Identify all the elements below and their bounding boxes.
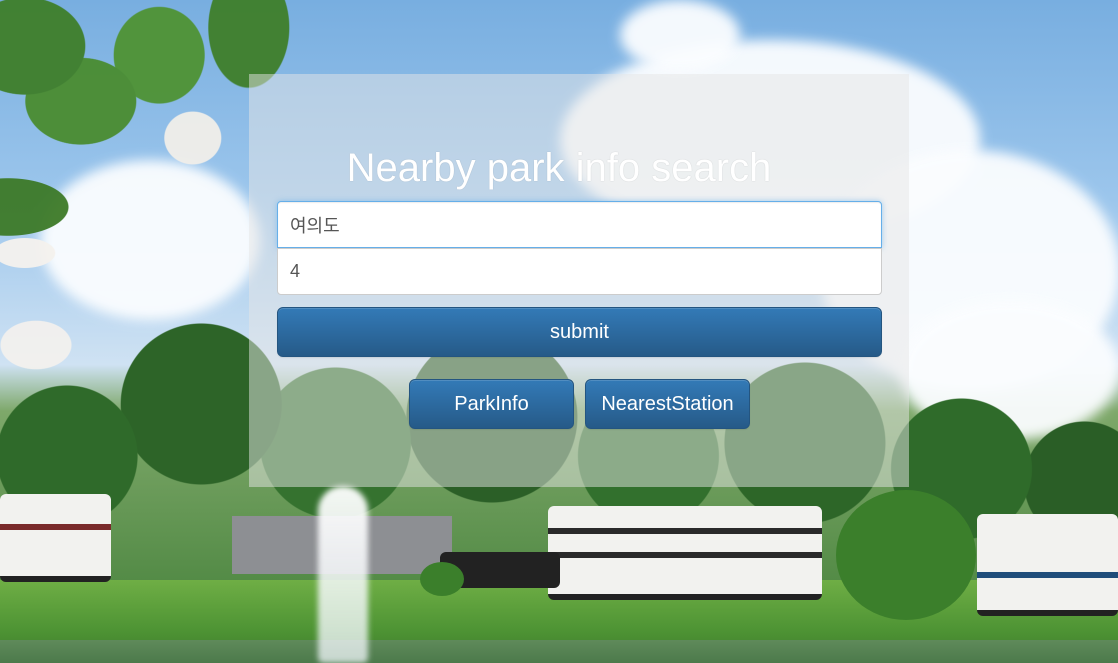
park-info-button[interactable]: ParkInfo bbox=[409, 379, 574, 429]
tree bbox=[836, 490, 976, 620]
background-photo: Nearby park info search submit ParkInfo … bbox=[0, 0, 1118, 663]
pond bbox=[0, 640, 1118, 663]
bush bbox=[420, 562, 464, 596]
fountain-spray bbox=[318, 486, 368, 663]
nearest-station-button[interactable]: NearestStation bbox=[585, 379, 750, 429]
rv-trailer-left bbox=[0, 494, 111, 582]
submit-button[interactable]: submit bbox=[277, 307, 882, 357]
count-input[interactable] bbox=[277, 248, 882, 295]
rv-trailer-right bbox=[977, 514, 1118, 616]
keyword-input[interactable] bbox=[277, 201, 882, 248]
page-title: Nearby park info search bbox=[346, 146, 772, 190]
rv-trailer-center bbox=[548, 506, 822, 600]
cloud bbox=[620, 0, 740, 70]
